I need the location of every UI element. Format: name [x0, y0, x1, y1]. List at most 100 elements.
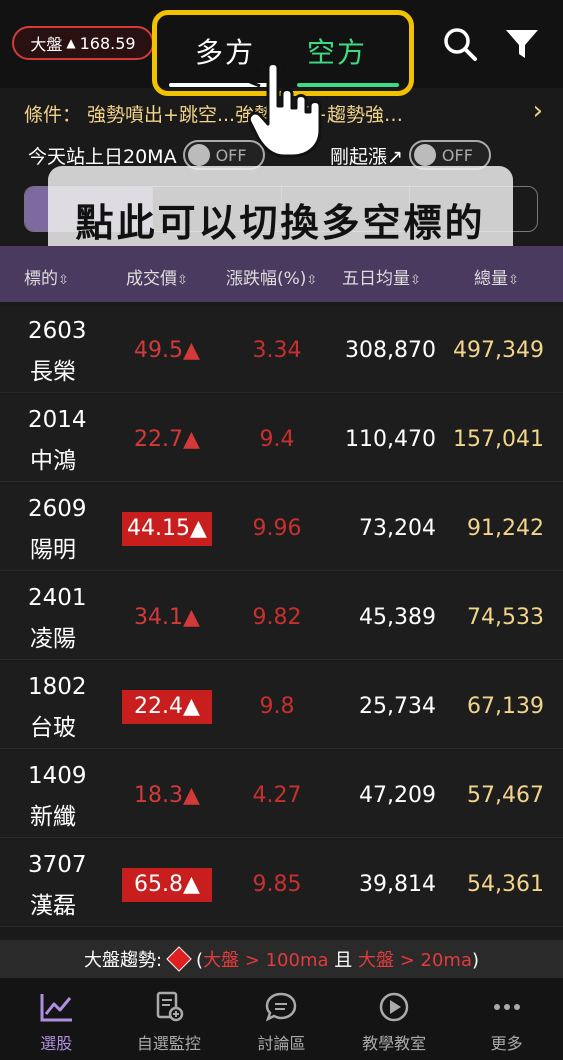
bottom-navigation: 選股 自選監控 討論區 教學教室 更多 — [0, 978, 563, 1060]
switch-knob — [413, 144, 436, 166]
watchlist-icon — [156, 991, 184, 1022]
stock-volume: 157,041 — [453, 427, 544, 452]
stock-avg5: 25,734 — [359, 694, 436, 719]
stock-avg5: 110,470 — [345, 427, 436, 452]
stock-change: 3.34 — [252, 338, 302, 363]
up-arrow-icon: ▲ — [66, 36, 76, 50]
stock-volume: 67,139 — [467, 694, 544, 719]
header-price-label: 成交價 — [126, 269, 177, 289]
nav-label: 自選監控 — [136, 1034, 201, 1053]
table-row[interactable]: 1802 台玻 22.4▲ 9.8 25,734 67,139 — [0, 662, 563, 749]
chart-icon — [40, 994, 73, 1022]
table-row[interactable]: 3707 漢磊 65.8▲ 9.85 39,814 54,361 — [0, 840, 563, 927]
stock-name: 長榮 — [30, 359, 76, 385]
stock-price: 34.1▲ — [134, 605, 200, 630]
market-index-badge[interactable]: 大盤 ▲ 168.59 — [12, 26, 154, 60]
toggle-rising-label: 剛起漲↗ — [330, 145, 403, 168]
header-volume-label: 總量 — [474, 269, 508, 289]
stock-code: 1802 — [28, 674, 87, 700]
stock-name: 陽明 — [30, 537, 76, 563]
stock-change: 9.85 — [252, 872, 302, 897]
header-symbol[interactable]: 標的⇳ — [24, 264, 69, 289]
toggle-20ma-state: OFF — [215, 145, 247, 165]
table-row[interactable]: 1409 新纖 18.3▲ 4.27 47,209 57,467 — [0, 751, 563, 838]
stock-price: 65.8▲ — [122, 868, 212, 902]
stock-name: 凌陽 — [30, 626, 76, 652]
nav-label: 教學教室 — [362, 1034, 427, 1053]
stock-price: 18.3▲ — [134, 783, 200, 808]
stock-avg5: 47,209 — [359, 783, 436, 808]
trend-condition: (大盤 > 100ma 且 大盤 > 20ma) — [196, 946, 479, 972]
table-row[interactable]: 2609 陽明 44.15▲ 9.96 73,204 91,242 — [0, 484, 563, 571]
stock-change: 9.8 — [259, 694, 295, 719]
nav-stock-picker[interactable]: 選股 — [0, 978, 113, 1060]
trend-and: 且 — [328, 950, 358, 971]
nav-label: 選股 — [40, 1034, 73, 1053]
chat-icon — [266, 992, 297, 1022]
stock-volume: 74,533 — [467, 605, 544, 630]
stock-price: 22.7▲ — [134, 427, 200, 452]
stock-code: 2014 — [28, 407, 87, 433]
nav-forum[interactable]: 討論區 — [225, 978, 338, 1060]
trend-label: 大盤趨勢: — [83, 950, 163, 971]
switch-knob — [187, 144, 210, 166]
trend-cond2-index: 大盤 — [357, 950, 394, 971]
stock-volume: 57,467 — [467, 783, 544, 808]
header-volume[interactable]: 總量⇳ — [474, 264, 519, 289]
index-value: 168.59 — [79, 33, 136, 53]
nav-watchlist[interactable]: 自選監控 — [113, 978, 226, 1060]
table-header: 標的⇳ 成交價⇳ 漲跌幅(%)⇳ 五日均量⇳ 總量⇳ — [0, 246, 563, 302]
stock-name: 中鴻 — [30, 448, 76, 474]
header-change-label: 漲跌幅(%) — [226, 269, 307, 289]
stock-volume: 497,349 — [453, 338, 544, 363]
search-icon[interactable] — [440, 24, 480, 64]
header-change[interactable]: 漲跌幅(%)⇳ — [226, 264, 317, 289]
stock-name: 台玻 — [30, 715, 76, 741]
market-trend-bar: 大盤趨勢: (大盤 > 100ma 且 大盤 > 20ma) — [0, 940, 563, 978]
trend-cond2-value: > 20ma — [393, 950, 472, 971]
stock-code: 2401 — [28, 585, 87, 611]
sort-icon: ⇳ — [410, 273, 421, 288]
stock-avg5: 308,870 — [345, 338, 436, 363]
stock-name: 漢磊 — [30, 893, 76, 919]
stock-price: 49.5▲ — [134, 338, 200, 363]
filter-icon[interactable] — [502, 24, 542, 64]
stock-change: 4.27 — [252, 783, 302, 808]
pointing-hand-icon — [247, 62, 322, 158]
nav-classroom[interactable]: 教學教室 — [338, 978, 451, 1060]
more-icon — [493, 1004, 520, 1010]
trend-cond1-index: 大盤 — [203, 950, 240, 971]
stock-change: 9.82 — [252, 605, 302, 630]
sort-icon: ⇳ — [58, 273, 69, 288]
trend-diamond-icon — [166, 946, 192, 972]
chevron-right-icon[interactable]: › — [533, 96, 543, 126]
nav-more[interactable]: 更多 — [450, 978, 563, 1060]
nav-label: 更多 — [490, 1034, 523, 1053]
header-avg5[interactable]: 五日均量⇳ — [342, 264, 421, 289]
stock-name: 新纖 — [30, 804, 76, 830]
sort-icon: ⇳ — [177, 273, 188, 288]
trend-paren-close: ) — [471, 950, 480, 971]
stock-code: 2603 — [28, 318, 87, 344]
stock-change: 9.96 — [252, 516, 302, 541]
table-row[interactable]: 2014 中鴻 22.7▲ 9.4 110,470 157,041 — [0, 395, 563, 482]
index-label: 大盤 — [30, 35, 63, 54]
stock-avg5: 73,204 — [359, 516, 436, 541]
table-row[interactable]: 2401 凌陽 34.1▲ 9.82 45,389 74,533 — [0, 573, 563, 660]
toggle-rising-state: OFF — [441, 145, 473, 165]
stock-price: 22.4▲ — [122, 690, 212, 724]
header-avg5-label: 五日均量 — [342, 269, 410, 289]
play-icon — [379, 992, 409, 1022]
stock-code: 1409 — [28, 763, 87, 789]
stock-change: 9.4 — [259, 427, 295, 452]
stock-code: 2609 — [28, 496, 87, 522]
stock-avg5: 39,814 — [359, 872, 436, 897]
stock-price: 44.15▲ — [122, 512, 212, 546]
sort-icon: ⇳ — [306, 273, 318, 288]
sort-icon: ⇳ — [508, 273, 519, 288]
table-row[interactable]: 2603 長榮 49.5▲ 3.34 308,870 497,349 — [0, 306, 563, 393]
header-price[interactable]: 成交價⇳ — [126, 264, 188, 289]
stock-volume: 91,242 — [467, 516, 544, 541]
trend-cond1-value: > 100ma — [239, 950, 329, 971]
header-symbol-label: 標的 — [24, 269, 58, 289]
